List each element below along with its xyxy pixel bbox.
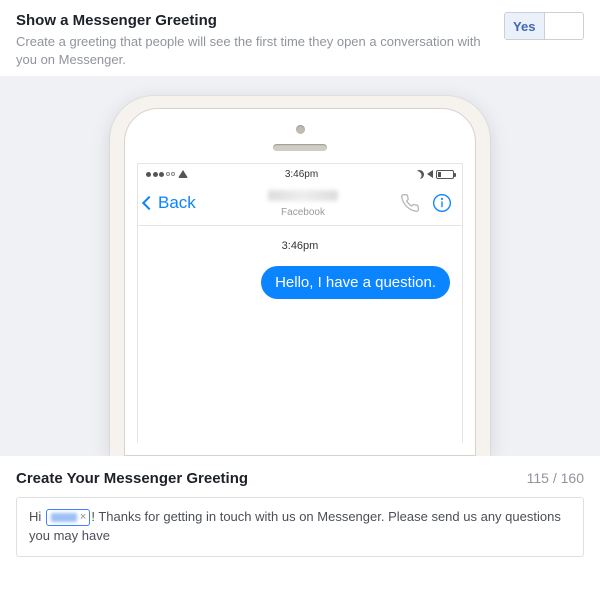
back-label: Back	[158, 193, 196, 213]
greeting-input[interactable]: Hi ×! Thanks for getting in touch with u…	[16, 497, 584, 557]
call-icon[interactable]	[400, 193, 420, 213]
setting-subtitle: Create a greeting that people will see t…	[16, 33, 488, 68]
char-counter: 115 / 160	[527, 470, 584, 486]
location-icon	[427, 170, 433, 178]
name-token-placeholder	[51, 513, 77, 522]
battery-icon	[436, 170, 454, 179]
phone-speaker	[273, 144, 327, 151]
greeting-editor: Create Your Messenger Greeting 115 / 160…	[0, 456, 600, 573]
greeting-text-after: ! Thanks for getting in touch with us on…	[29, 509, 561, 543]
chevron-left-icon	[142, 196, 156, 210]
phone-frame: 3:46pm Back Facebook	[110, 96, 490, 456]
back-button[interactable]: Back	[144, 193, 214, 213]
wifi-icon	[178, 170, 188, 178]
platform-label: Facebook	[214, 207, 392, 218]
page-name-placeholder	[268, 190, 338, 201]
editor-title: Create Your Messenger Greeting	[16, 470, 248, 487]
info-icon[interactable]	[432, 193, 452, 213]
status-bar: 3:46pm	[138, 164, 462, 182]
toggle-no[interactable]	[545, 13, 584, 39]
chat-nav-bar: Back Facebook	[138, 182, 462, 226]
chat-timestamp: 3:46pm	[150, 240, 450, 252]
chat-body: 3:46pm Hello, I have a question.	[138, 226, 462, 313]
greeting-toggle[interactable]: Yes	[504, 12, 584, 40]
setting-title: Show a Messenger Greeting	[16, 12, 488, 29]
toggle-yes[interactable]: Yes	[505, 13, 545, 39]
name-token-chip[interactable]: ×	[46, 509, 90, 526]
status-time: 3:46pm	[285, 169, 318, 180]
greeting-text-before: Hi	[29, 509, 45, 524]
phone-camera	[296, 125, 305, 134]
message-bubble: Hello, I have a question.	[261, 266, 450, 299]
dnd-icon	[415, 170, 424, 179]
signal-icon	[146, 172, 175, 177]
phone-preview: 3:46pm Back Facebook	[0, 76, 600, 456]
phone-screen: 3:46pm Back Facebook	[137, 163, 463, 443]
settings-header: Show a Messenger Greeting Create a greet…	[0, 0, 600, 76]
close-icon[interactable]: ×	[80, 512, 86, 523]
